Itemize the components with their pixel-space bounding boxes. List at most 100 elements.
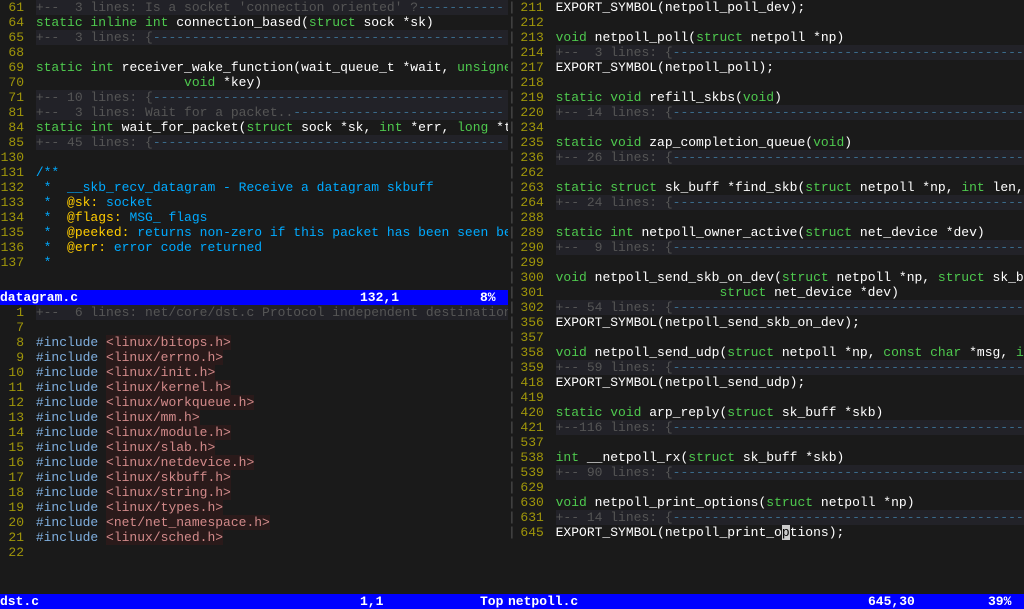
code-line[interactable]: |356 EXPORT_SYMBOL(netpoll_send_skb_on_d… [508,315,1024,330]
code-line[interactable]: 10 #include <linux/init.h> [0,365,508,380]
code-line[interactable]: |211 EXPORT_SYMBOL(netpoll_poll_dev); [508,0,1024,15]
code-line[interactable]: |629 [508,480,1024,495]
code-text: +-- 9 lines: {--------------------------… [556,240,1024,255]
code-line[interactable]: 84 static int wait_for_packet(struct soc… [0,120,508,135]
code-line[interactable]: 13 #include <linux/mm.h> [0,410,508,425]
code-line[interactable]: 11 #include <linux/kernel.h> [0,380,508,395]
code-line[interactable]: 18 #include <linux/string.h> [0,485,508,500]
code-line[interactable]: |212 [508,15,1024,30]
code-line[interactable]: |358 void netpoll_send_udp(struct netpol… [508,345,1024,360]
code-line[interactable]: 134 * @flags: MSG_ flags [0,210,508,225]
code-line[interactable]: 12 #include <linux/workqueue.h> [0,395,508,410]
code-text: * @err: error code returned [36,240,508,255]
statusbar-top-left: datagram.c 132,1 8% [0,290,508,305]
code-line[interactable]: 132 * __skb_recv_datagram - Receive a da… [0,180,508,195]
code-line[interactable]: |418 EXPORT_SYMBOL(netpoll_send_udp); [508,375,1024,390]
code-text [556,120,1024,135]
line-number: 81 [0,105,28,120]
code-line[interactable]: 21 #include <linux/sched.h> [0,530,508,545]
code-line[interactable]: 71 +-- 10 lines: {----------------------… [0,90,508,105]
code-line[interactable]: |289 static int netpoll_owner_active(str… [508,225,1024,240]
code-line[interactable]: 61 +-- 3 lines: Is a socket 'connection … [0,0,508,15]
code-line[interactable]: 14 #include <linux/module.h> [0,425,508,440]
code-line[interactable]: 9 #include <linux/errno.h> [0,350,508,365]
code-line[interactable]: |236 +-- 26 lines: {--------------------… [508,150,1024,165]
code-line[interactable]: |219 static void refill_skbs(void) [508,90,1024,105]
code-line[interactable]: 135 * @peeked: returns non-zero if this … [0,225,508,240]
line-number: 289 [516,225,548,240]
code-line[interactable]: |288 [508,210,1024,225]
code-line[interactable]: 8 #include <linux/bitops.h> [0,335,508,350]
bottom-left-pane[interactable]: 1 +-- 6 lines: net/core/dst.c Protocol i… [0,305,508,595]
code-line[interactable]: |302 +-- 54 lines: {--------------------… [508,300,1024,315]
code-line[interactable]: 133 * @sk: socket [0,195,508,210]
code-line[interactable]: |630 void netpoll_print_options(struct n… [508,495,1024,510]
code-line[interactable]: 70 void *key) [0,75,508,90]
code-line[interactable]: 130 [0,150,508,165]
code-line[interactable]: |421 +--116 lines: {--------------------… [508,420,1024,435]
code-line[interactable]: 20 #include <net/net_namespace.h> [0,515,508,530]
code-line[interactable]: |419 [508,390,1024,405]
code-line[interactable]: |213 void netpoll_poll(struct netpoll *n… [508,30,1024,45]
line-number: 7 [0,320,28,335]
code-line[interactable]: |537 [508,435,1024,450]
code-text: +-- 90 lines: {-------------------------… [556,465,1024,480]
code-line[interactable]: 16 #include <linux/netdevice.h> [0,455,508,470]
code-line[interactable]: 64 static inline int connection_based(st… [0,15,508,30]
code-line[interactable]: |539 +-- 90 lines: {--------------------… [508,465,1024,480]
code-line[interactable]: 22 [0,545,508,560]
code-text: #include <linux/kernel.h> [36,380,508,395]
right-pane[interactable]: |211 EXPORT_SYMBOL(netpoll_poll_dev);|21… [508,0,1024,594]
code-line[interactable]: 7 [0,320,508,335]
code-line[interactable]: 15 #include <linux/slab.h> [0,440,508,455]
code-line[interactable]: 65 +-- 3 lines: {-----------------------… [0,30,508,45]
code-line[interactable]: |217 EXPORT_SYMBOL(netpoll_poll); [508,60,1024,75]
code-line[interactable]: |299 [508,255,1024,270]
line-number: 645 [516,525,548,540]
split-divider: | [508,345,516,360]
split-divider: | [508,495,516,510]
line-number: 135 [0,225,28,240]
code-line[interactable]: |234 [508,120,1024,135]
scroll-pct: Top [480,594,508,609]
code-line[interactable]: 1 +-- 6 lines: net/core/dst.c Protocol i… [0,305,508,320]
code-text: /** [36,165,508,180]
code-line[interactable]: 137 * [0,255,508,270]
top-left-pane[interactable]: 61 +-- 3 lines: Is a socket 'connection … [0,0,508,290]
code-line[interactable]: |220 +-- 14 lines: {--------------------… [508,105,1024,120]
code-line[interactable]: 85 +-- 45 lines: {----------------------… [0,135,508,150]
code-line[interactable]: |420 static void arp_reply(struct sk_buf… [508,405,1024,420]
code-line[interactable]: 131 /** [0,165,508,180]
code-line[interactable]: 136 * @err: error code returned [0,240,508,255]
code-line[interactable]: 19 #include <linux/types.h> [0,500,508,515]
code-line[interactable]: |263 static struct sk_buff *find_skb(str… [508,180,1024,195]
code-line[interactable]: |264 +-- 24 lines: {--------------------… [508,195,1024,210]
line-number: 20 [0,515,28,530]
code-text: +-- 10 lines: {-------------------------… [36,90,508,105]
code-line[interactable]: |357 [508,330,1024,345]
code-line[interactable]: |214 +-- 3 lines: {---------------------… [508,45,1024,60]
code-line[interactable]: 17 #include <linux/skbuff.h> [0,470,508,485]
code-line[interactable]: 68 [0,45,508,60]
line-number: 539 [516,465,548,480]
code-text: static inline int connection_based(struc… [36,15,508,30]
line-number: 1 [0,305,28,320]
code-line[interactable]: |235 static void zap_completion_queue(vo… [508,135,1024,150]
code-line[interactable]: |301 struct net_device *dev) [508,285,1024,300]
code-line[interactable]: |300 void netpoll_send_skb_on_dev(struct… [508,270,1024,285]
code-line[interactable]: |359 +-- 59 lines: {--------------------… [508,360,1024,375]
code-line[interactable]: |290 +-- 9 lines: {---------------------… [508,240,1024,255]
code-line[interactable]: 69 static int receiver_wake_function(wai… [0,60,508,75]
code-line[interactable]: |538 int __netpoll_rx(struct sk_buff *sk… [508,450,1024,465]
code-line[interactable]: 81 +-- 3 lines: Wait for a packet..-----… [0,105,508,120]
cursor-pos: 132,1 [360,290,480,305]
code-text: static void refill_skbs(void) [556,90,1024,105]
line-number: 65 [0,30,28,45]
code-line[interactable]: |645 EXPORT_SYMBOL(netpoll_print_options… [508,525,1024,540]
code-line[interactable]: |262 [508,165,1024,180]
split-divider: | [508,300,516,315]
split-divider: | [508,375,516,390]
split-divider: | [508,195,516,210]
code-line[interactable]: |218 [508,75,1024,90]
code-line[interactable]: |631 +-- 14 lines: {--------------------… [508,510,1024,525]
